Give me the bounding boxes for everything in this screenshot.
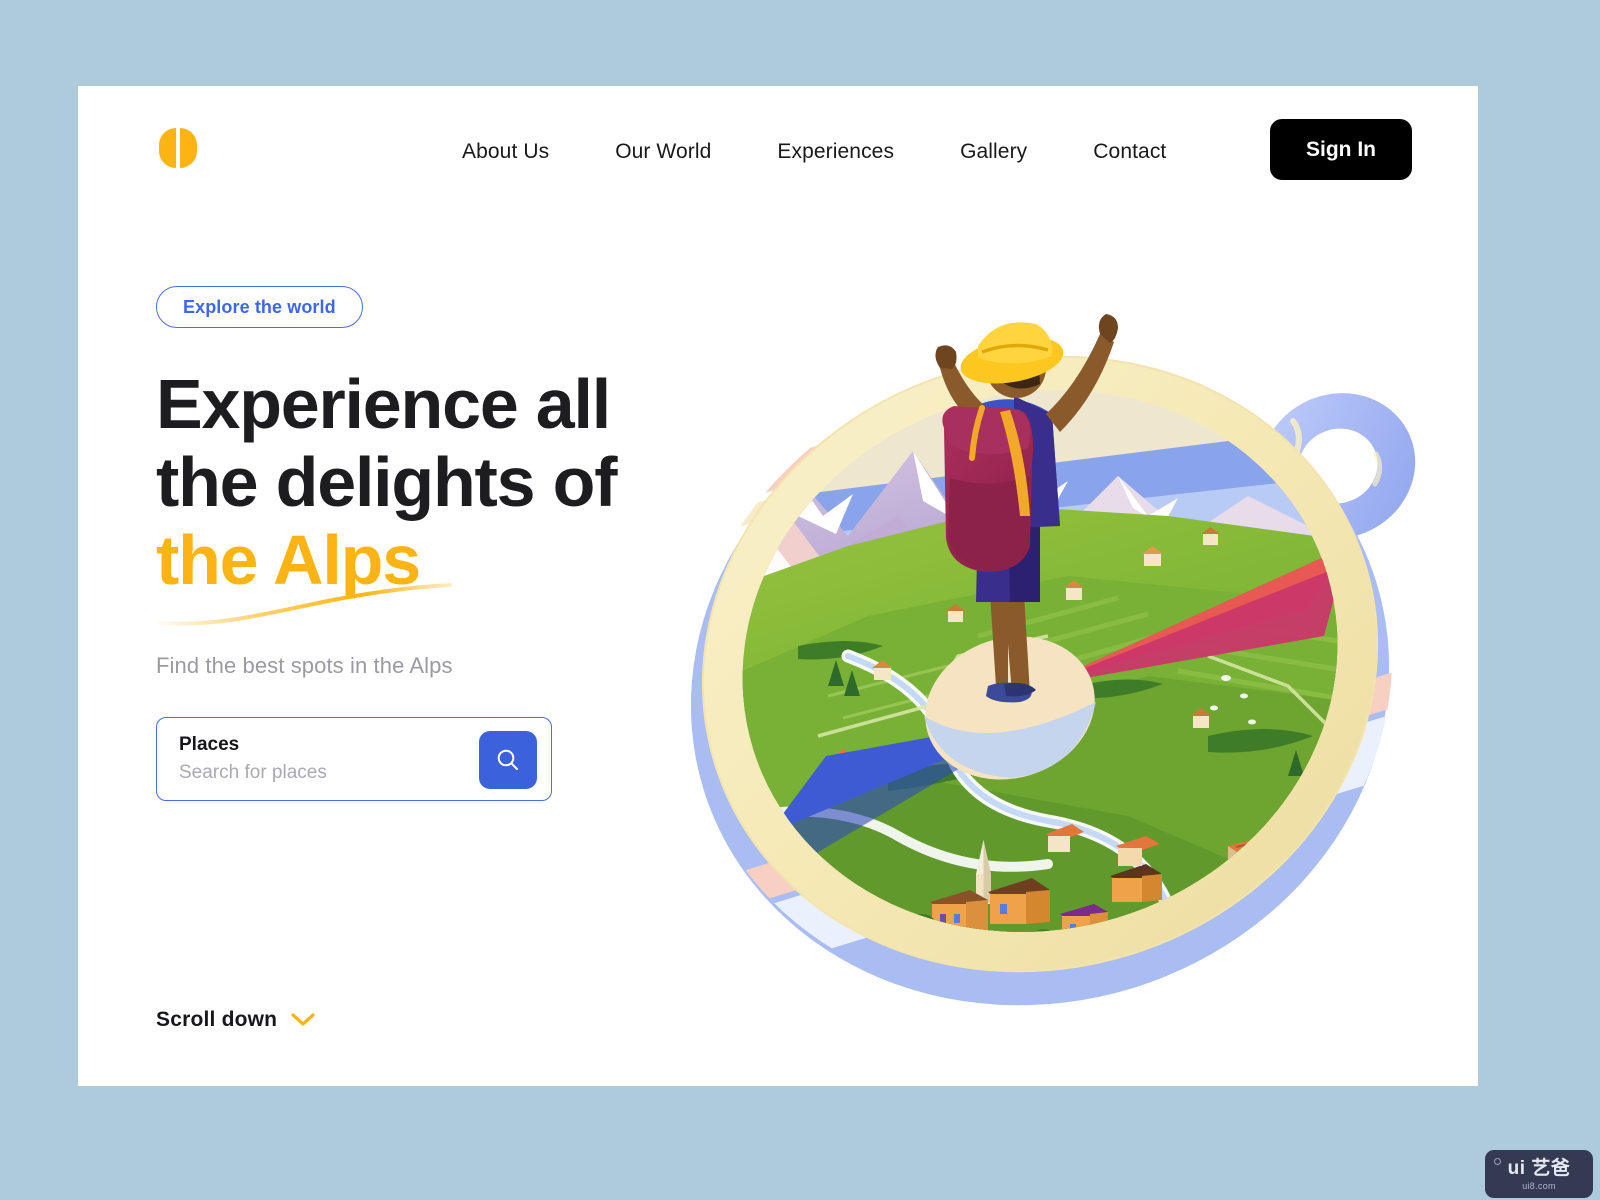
watermark-main-text: ui 艺爸 xyxy=(1507,1158,1571,1179)
hero-subtitle: Find the best spots in the Alps xyxy=(156,653,453,678)
logo-half-right xyxy=(180,128,197,168)
compass-needle xyxy=(768,546,1348,864)
compass-hub xyxy=(924,636,1096,780)
headline-line-1: Experience all xyxy=(156,365,611,443)
barn xyxy=(1228,828,1324,876)
nav-item-contact[interactable]: Contact xyxy=(1093,130,1166,174)
search-button[interactable] xyxy=(479,731,537,789)
headline-accent: the Alps xyxy=(156,521,421,599)
compass-outer-body xyxy=(648,270,1468,1006)
search-icon xyxy=(497,749,518,770)
hero-content: Explore the world Experience all the del… xyxy=(156,286,716,801)
watermark-sub-text: ui8.com xyxy=(1522,1181,1556,1191)
scroll-down-control[interactable]: Scroll down xyxy=(156,1008,316,1032)
compass-dial xyxy=(708,366,1388,1006)
watermark-dot-icon xyxy=(1494,1158,1501,1165)
search-field-label: Places xyxy=(179,734,240,755)
village xyxy=(848,824,1162,966)
logo-half-left xyxy=(159,128,176,168)
chalets xyxy=(834,527,1220,767)
compass-loop-ring xyxy=(1260,393,1416,539)
page-title: Experience all the delights of the Alps xyxy=(156,365,716,599)
chevron-down-icon xyxy=(291,1013,315,1026)
scroll-down-label: Scroll down xyxy=(156,1008,278,1031)
nav-item-experiences[interactable]: Experiences xyxy=(777,130,894,174)
compass-alps-illustration xyxy=(648,270,1468,1006)
nav-item-about-us[interactable]: About Us xyxy=(462,130,549,174)
explore-the-world-pill[interactable]: Explore the world xyxy=(156,286,363,328)
headline-line-2: the delights of xyxy=(156,443,618,521)
watermark-badge: ui 艺爸 ui8.com xyxy=(1485,1150,1593,1198)
page-root: About Us Our World Experiences Gallery C… xyxy=(0,0,1600,1200)
hiker-figure xyxy=(935,314,1118,703)
split-circle-logo-icon xyxy=(159,128,197,168)
sign-in-button[interactable]: Sign In xyxy=(1270,119,1412,180)
nav-item-our-world[interactable]: Our World xyxy=(615,130,711,174)
search-box: Places xyxy=(156,717,552,801)
nav-item-gallery[interactable]: Gallery xyxy=(960,130,1027,174)
site-header: About Us Our World Experiences Gallery C… xyxy=(78,86,1478,216)
landing-page-card: About Us Our World Experiences Gallery C… xyxy=(78,86,1478,1086)
search-input[interactable] xyxy=(179,762,459,784)
primary-navigation: About Us Our World Experiences Gallery C… xyxy=(462,130,1166,174)
compass-bezel xyxy=(701,355,1379,973)
brand-logo[interactable] xyxy=(156,126,200,170)
